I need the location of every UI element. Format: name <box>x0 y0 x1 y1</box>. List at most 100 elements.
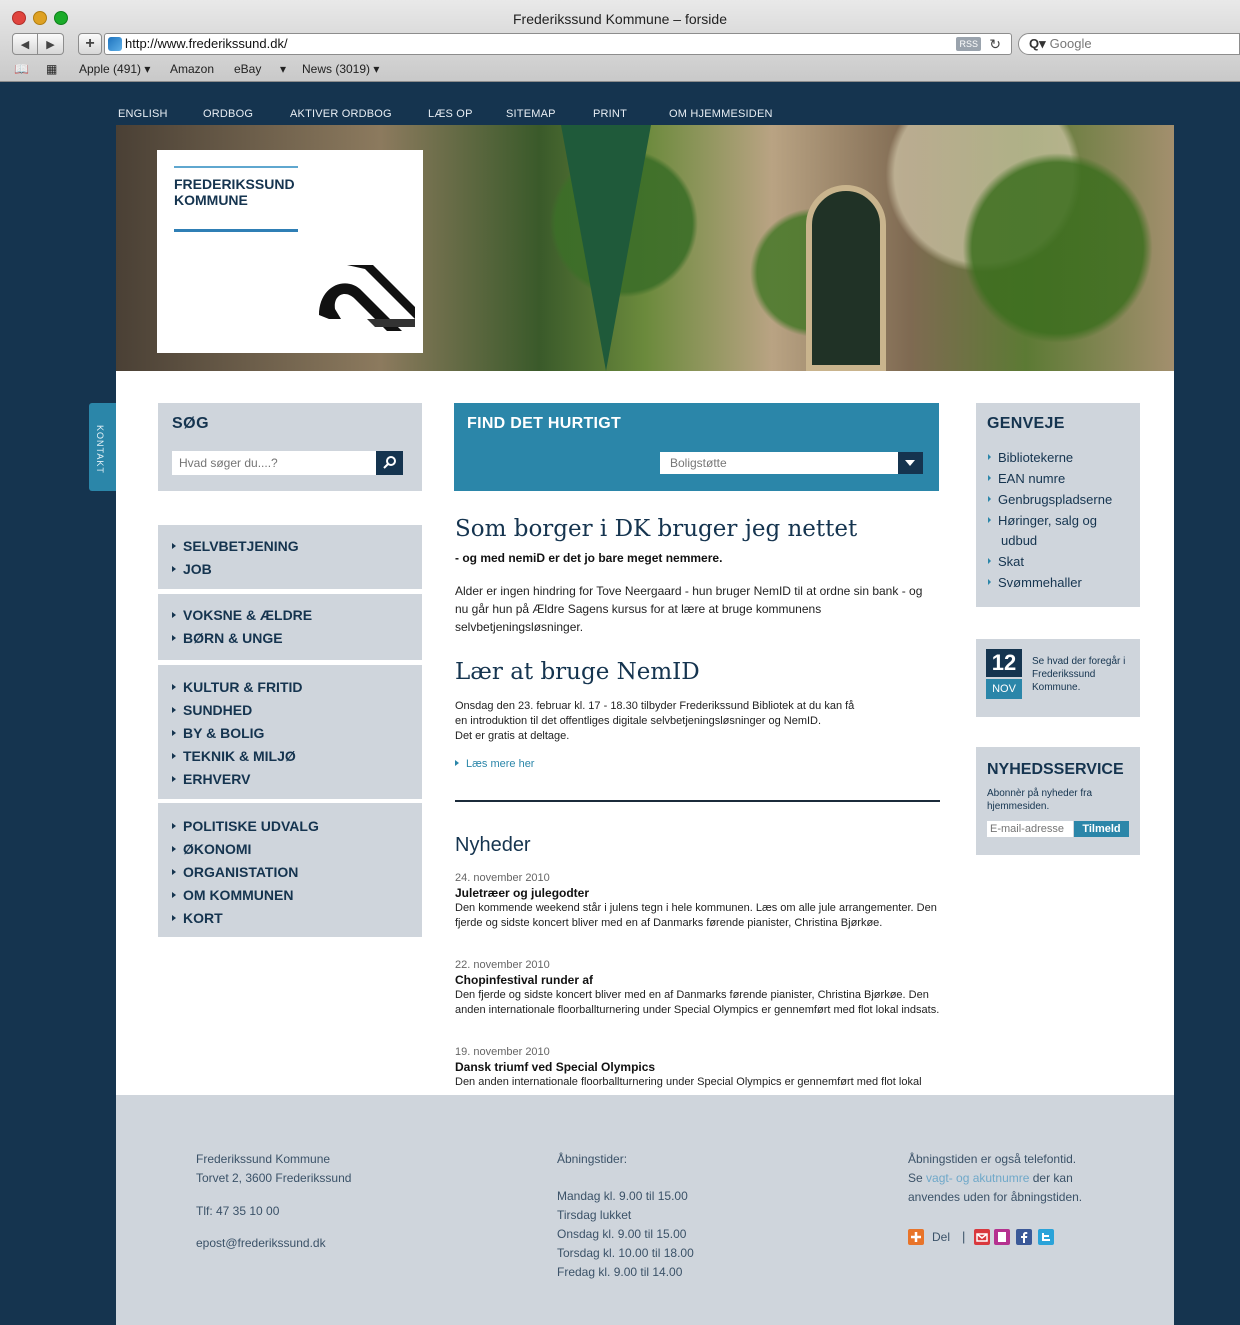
menu-label: ERHVERV <box>183 771 251 787</box>
menu-item-erhverv[interactable]: ERHVERV <box>172 771 250 787</box>
topnav-sitemap[interactable]: SITEMAP <box>506 108 556 120</box>
rss-button[interactable]: RSS <box>956 37 981 51</box>
menu-item-om-kommunen[interactable]: OM KOMMUNEN <box>172 887 293 903</box>
print-share-icon[interactable] <box>994 1229 1010 1245</box>
menu-item-politiske-udvalg[interactable]: POLITISKE UDVALG <box>172 818 319 834</box>
emergency-numbers-link[interactable]: vagt- og akutnumre <box>926 1171 1029 1185</box>
news-item-headline[interactable]: Juletræer og julegodter <box>455 886 589 900</box>
menu-item-teknik-miljoe[interactable]: TEKNIK & MILJØ <box>172 748 296 764</box>
shortcut-label: Skat <box>998 554 1025 569</box>
calendar-day: 12 <box>986 649 1022 677</box>
menu-label: ØKONOMI <box>183 841 252 857</box>
menu-item-selvbetjening[interactable]: SELVBETJENING <box>172 538 299 554</box>
caret-right-icon <box>172 823 176 829</box>
calendar-text: Se hvad der foregår i Frederikssund Komm… <box>1032 656 1126 693</box>
kontakt-tab[interactable]: KONTAKT <box>89 403 116 491</box>
back-button[interactable]: ◀ <box>12 33 38 55</box>
shortcut-svoemmehaller[interactable]: Svømmehaller <box>988 573 1133 593</box>
news-item-body: Den fjerde og sidste koncert bliver med … <box>455 989 940 1016</box>
shortcut-label: Høringer, salg og udbud <box>998 513 1097 548</box>
topnav-print[interactable]: PRINT <box>593 108 627 120</box>
site-logo[interactable]: FREDERIKSSUND KOMMUNE <box>157 150 423 353</box>
favicon-icon <box>108 37 122 51</box>
menu-item-job[interactable]: JOB <box>172 561 212 577</box>
bookmark-news[interactable]: News (3019) ▾ <box>302 62 379 76</box>
caret-right-icon <box>988 454 991 460</box>
shortcut-ean-numre[interactable]: EAN numre <box>988 469 1133 489</box>
topnav-ordbog[interactable]: ORDBOG <box>203 108 253 120</box>
share-separator: | <box>962 1229 966 1244</box>
menu-group-2: VOKSNE & ÆLDRE BØRN & UNGE <box>158 594 422 660</box>
menu-item-sundhed[interactable]: SUNDHED <box>172 702 252 718</box>
article-2-body: Onsdag den 23. februar kl. 17 - 18.30 ti… <box>455 699 925 744</box>
browser-search-field[interactable]: Q▾ Google <box>1018 33 1240 55</box>
search-title: SØG <box>172 415 210 432</box>
caret-right-icon <box>455 760 459 766</box>
topnav-english[interactable]: ENGLISH <box>118 108 168 120</box>
find-quick-select[interactable]: Boligstøtte <box>660 452 898 474</box>
facebook-icon[interactable] <box>1016 1229 1032 1245</box>
menu-item-kort[interactable]: KORT <box>172 910 223 926</box>
chevron-down-icon[interactable] <box>898 452 923 474</box>
bookmark-folder-arrow[interactable]: ▾ <box>280 62 286 76</box>
bookmark-amazon[interactable]: Amazon <box>170 62 214 76</box>
menu-item-organistation[interactable]: ORGANISTATION <box>172 864 298 880</box>
bookmark-ebay[interactable]: eBay <box>234 62 261 76</box>
menu-item-oekonomi[interactable]: ØKONOMI <box>172 841 251 857</box>
read-more-link[interactable]: Læs mere her <box>455 758 534 770</box>
twitter-icon[interactable] <box>1038 1229 1054 1245</box>
address-bar[interactable]: http://www.frederikssund.dk/ RSS ↻ <box>104 33 1012 55</box>
newsletter-subscribe-button[interactable]: Tilmeld <box>1074 821 1129 837</box>
search-button[interactable] <box>376 451 403 475</box>
footer-note-line3: anvendes uden for åbningstiden. <box>908 1190 1083 1204</box>
menu-item-kultur-fritid[interactable]: KULTUR & FRITID <box>172 679 303 695</box>
article-1-subhead: - og med nemiD er det jo bare meget nemm… <box>455 551 723 565</box>
search-input[interactable] <box>172 451 376 475</box>
topnav-laes-op[interactable]: LÆS OP <box>428 108 473 120</box>
footer-address-line1: Frederikssund Kommune <box>196 1152 331 1166</box>
shortcut-genbrugspladserne[interactable]: Genbrugspladserne <box>988 490 1133 510</box>
menu-item-voksne-aeldre[interactable]: VOKSNE & ÆLDRE <box>172 607 312 623</box>
topnav-aktiver-ordbog[interactable]: AKTIVER ORDBOG <box>290 108 392 120</box>
shortcuts-title: GENVEJE <box>987 415 1065 432</box>
news-item-headline[interactable]: Chopinfestival runder af <box>455 973 593 987</box>
menu-item-boern-unge[interactable]: BØRN & UNGE <box>172 630 283 646</box>
menu-label: BY & BOLIG <box>183 725 265 741</box>
shortcut-label: EAN numre <box>998 471 1066 486</box>
top-sites-icon[interactable]: ▦ <box>46 62 57 76</box>
menu-label: VOKSNE & ÆLDRE <box>183 607 313 623</box>
menu-label: KULTUR & FRITID <box>183 679 303 695</box>
bookmark-apple[interactable]: Apple (491) ▾ <box>79 62 150 76</box>
caret-right-icon <box>172 635 176 641</box>
reading-list-icon[interactable]: 📖 <box>14 62 29 76</box>
article-2-headline[interactable]: Lær at bruge NemID <box>455 659 700 685</box>
find-quick-title: FIND DET HURTIGT <box>467 415 622 432</box>
caret-right-icon <box>172 566 176 572</box>
newsletter-email-input[interactable] <box>987 821 1073 837</box>
reload-icon[interactable]: ↻ <box>989 34 1001 54</box>
shortcut-hoeringer[interactable]: Høringer, salg og udbud <box>988 511 1133 551</box>
footer-note-line2: Se vagt- og akutnumre der kan <box>908 1169 1082 1188</box>
footer-email-link[interactable]: epost@frederikssund.dk <box>196 1234 326 1253</box>
search-icon: Q▾ <box>1029 36 1046 51</box>
caret-right-icon <box>172 869 176 875</box>
caret-right-icon <box>988 517 991 523</box>
menu-item-by-bolig[interactable]: BY & BOLIG <box>172 725 264 741</box>
shortcut-bibliotekerne[interactable]: Bibliotekerne <box>988 448 1133 468</box>
caret-right-icon <box>172 684 176 690</box>
bookmarks-bar: 📖 ▦ Apple (491) ▾ Amazon eBay ▾ News (30… <box>0 60 1240 80</box>
share-plus-icon[interactable] <box>908 1229 924 1245</box>
share-label[interactable]: Del <box>932 1230 950 1244</box>
add-bookmark-button[interactable]: + <box>78 33 102 55</box>
calendar-panel[interactable]: 12 NOV Se hvad der foregår i Frederikssu… <box>976 639 1140 717</box>
arrow-right-icon: ▶ <box>46 38 55 51</box>
forward-button[interactable]: ▶ <box>38 33 64 55</box>
news-item-headline[interactable]: Dansk triumf ved Special Olympics <box>455 1060 655 1074</box>
footer-note-pre: Se <box>908 1171 927 1185</box>
topnav-om-hjemmesiden[interactable]: OM HJEMMESIDEN <box>669 108 773 120</box>
email-share-icon[interactable] <box>974 1229 990 1245</box>
caret-right-icon <box>172 707 176 713</box>
shortcut-skat[interactable]: Skat <box>988 552 1133 572</box>
news-item-date: 24. november 2010 <box>455 872 550 884</box>
article-1-headline[interactable]: Som borger i DK bruger jeg nettet <box>455 516 857 542</box>
